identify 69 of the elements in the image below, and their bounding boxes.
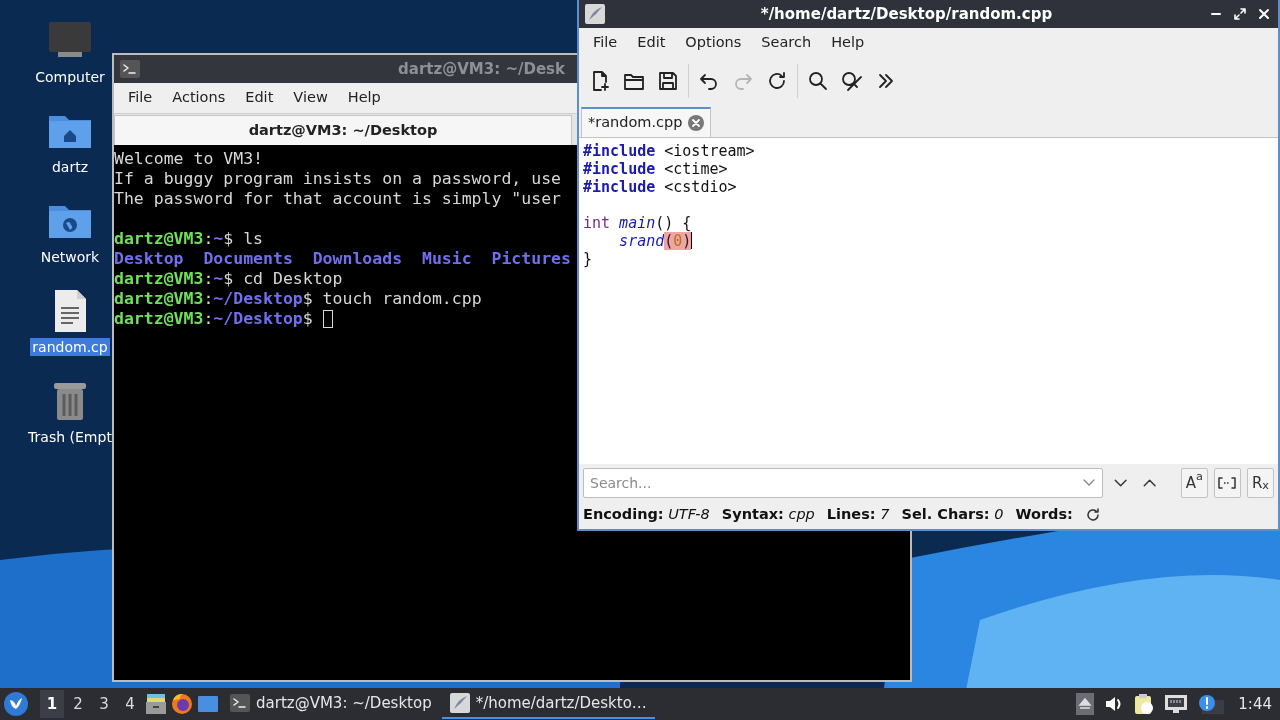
taskbar-button[interactable]: */home/dartz/Deskto… (441, 689, 655, 719)
clipboard-icon[interactable] (1134, 693, 1155, 715)
terminal-icon (120, 60, 140, 78)
desktop-icon-label[interactable]: dartz (49, 158, 91, 176)
desktop-icon-label[interactable]: Trash (Empt (26, 428, 114, 446)
workspace-button[interactable]: 3 (92, 690, 116, 718)
code-line: #include <ctime> (583, 160, 728, 178)
workspace-button[interactable]: 4 (118, 690, 142, 718)
taskbar-button[interactable]: dartz@VM3: ~/Desktop (222, 689, 440, 719)
status-item: Syntax: cpp (721, 505, 815, 525)
chevron-down-icon[interactable] (1083, 479, 1095, 487)
menu-item[interactable]: Options (675, 32, 752, 54)
menu-item[interactable]: File (583, 32, 628, 54)
desktop-icon-label[interactable]: Computer (33, 68, 107, 86)
status-item: Lines: 7 (826, 505, 890, 525)
terminal-icon (230, 694, 250, 712)
menu-item[interactable]: Search (751, 32, 822, 54)
status-item: Sel. Chars: 0 (901, 505, 1004, 525)
desktop-icon-label[interactable]: random.cp (30, 338, 110, 356)
menu-item[interactable]: File (118, 87, 163, 109)
search-icon (806, 69, 830, 93)
terminal-line: Welcome to VM3! (114, 149, 263, 169)
refresh-icon[interactable] (1084, 507, 1101, 523)
terminal-line: dartz@VM3:~/Desktop$ (114, 309, 314, 329)
browser-icon[interactable] (170, 692, 194, 716)
file-cabinet-icon[interactable] (144, 692, 168, 716)
tab-label: *random.cpp (588, 113, 683, 133)
toggle-button[interactable]: A$^{a}$ (1180, 468, 1208, 498)
network-icon[interactable] (1164, 694, 1189, 714)
save-icon (656, 69, 680, 93)
editor-tab[interactable]: *random.cpp (581, 107, 712, 137)
terminal-tab[interactable]: dartz@VM3: ~/Desktop (114, 115, 572, 145)
menu-item[interactable]: Actions (162, 87, 236, 109)
terminal-line: dartz@VM3:~/Desktop$ touch random.cpp (114, 289, 482, 309)
workspace-button[interactable]: 1 (40, 690, 64, 718)
start-menu-icon[interactable] (4, 692, 28, 716)
workspace-button[interactable]: 2 (66, 690, 90, 718)
window-title: dartz@VM3: ~/Desk (398, 58, 565, 80)
terminal-line: dartz@VM3:~$ ls (114, 229, 264, 249)
notification-icon[interactable] (1198, 694, 1225, 714)
code-line: int main() { (583, 214, 692, 232)
clock[interactable]: 1:44 (1238, 692, 1272, 716)
desktop-icon-label[interactable]: Network (38, 248, 102, 266)
whole-word-icon[interactable] (1218, 477, 1237, 489)
close-icon[interactable] (1256, 6, 1272, 22)
code-line: } (583, 250, 593, 268)
menu-item[interactable]: Help (337, 87, 391, 109)
toggle-button[interactable]: R$_{x}$ (1246, 468, 1274, 498)
window-title: */home/dartz/Desktop/random.cpp (759, 3, 1054, 25)
code-line: #include <iostream> (583, 142, 755, 160)
terminal-line: If a buggy program insists on a password, use (114, 169, 562, 189)
menu-item[interactable]: Edit (627, 32, 676, 54)
menu-item[interactable]: Edit (235, 87, 284, 109)
terminal-line: dartz@VM3:~$ cd Desktop (114, 269, 343, 289)
maximize-icon[interactable] (1232, 6, 1248, 22)
status-item: Encoding: UTF-8 (583, 505, 710, 525)
terminal-line: Desktop Documents Downloads Music Pictures (114, 249, 571, 269)
menu-item[interactable]: Help (821, 32, 875, 54)
find-replace-icon (840, 69, 864, 93)
code-line: srand(0) (618, 232, 693, 250)
feather-icon (585, 4, 605, 24)
terminal-line: The password for that account is simply "user (114, 189, 562, 209)
code-line: #include <cstdio> (583, 178, 737, 196)
menu-item[interactable]: View (283, 87, 338, 109)
eject-icon[interactable] (1076, 693, 1095, 715)
feather-icon (449, 693, 470, 713)
search-field[interactable]: Search... (583, 468, 1103, 498)
status-item: Words: (1015, 505, 1073, 525)
code-editor[interactable]: #include <iostream> #include <ctime> #include <cstdio> int main() { srand(0) } (579, 138, 1278, 464)
